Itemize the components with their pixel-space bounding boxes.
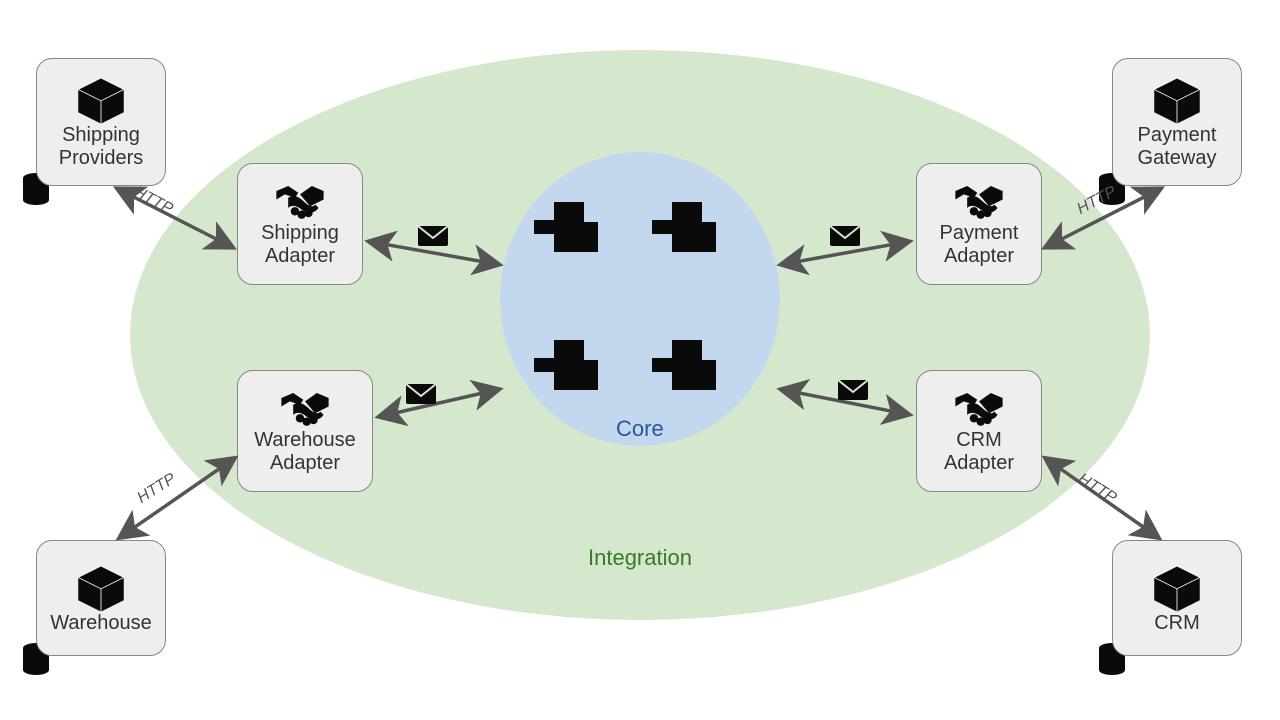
node-payment-adapter: Payment Adapter bbox=[916, 163, 1042, 285]
package-icon bbox=[1151, 564, 1203, 612]
node-label: Shipping Providers bbox=[59, 124, 143, 170]
node-shipping-adapter: Shipping Adapter bbox=[237, 163, 363, 285]
integration-label: Integration bbox=[588, 545, 692, 571]
handshake-icon bbox=[952, 182, 1006, 222]
node-crm: CRM bbox=[1112, 540, 1242, 656]
node-crm-adapter: CRM Adapter bbox=[916, 370, 1042, 492]
node-label: CRM Adapter bbox=[944, 429, 1014, 475]
node-label: Payment Gateway bbox=[1138, 124, 1217, 170]
edge-label-http: HTTP bbox=[130, 183, 175, 219]
node-payment-gateway: Payment Gateway bbox=[1112, 58, 1242, 186]
handshake-icon bbox=[278, 389, 332, 429]
package-icon bbox=[1151, 76, 1203, 124]
node-label: Warehouse Adapter bbox=[254, 429, 356, 475]
diagram-stage: Core Integration bbox=[0, 0, 1280, 720]
package-icon bbox=[75, 76, 127, 124]
edge-label-http: HTTP bbox=[134, 470, 179, 507]
handshake-icon bbox=[273, 182, 327, 222]
node-label: Warehouse bbox=[50, 612, 152, 635]
core-region bbox=[500, 152, 780, 446]
package-icon bbox=[75, 564, 127, 612]
node-label: Payment Adapter bbox=[940, 222, 1019, 268]
edge-label-http: HTTP bbox=[1074, 470, 1119, 507]
node-label: Shipping Adapter bbox=[261, 222, 339, 268]
handshake-icon bbox=[952, 389, 1006, 429]
node-label: CRM bbox=[1154, 612, 1200, 635]
node-warehouse-adapter: Warehouse Adapter bbox=[237, 370, 373, 492]
node-warehouse: Warehouse bbox=[36, 540, 166, 656]
core-label: Core bbox=[616, 416, 664, 442]
node-shipping-providers: Shipping Providers bbox=[36, 58, 166, 186]
